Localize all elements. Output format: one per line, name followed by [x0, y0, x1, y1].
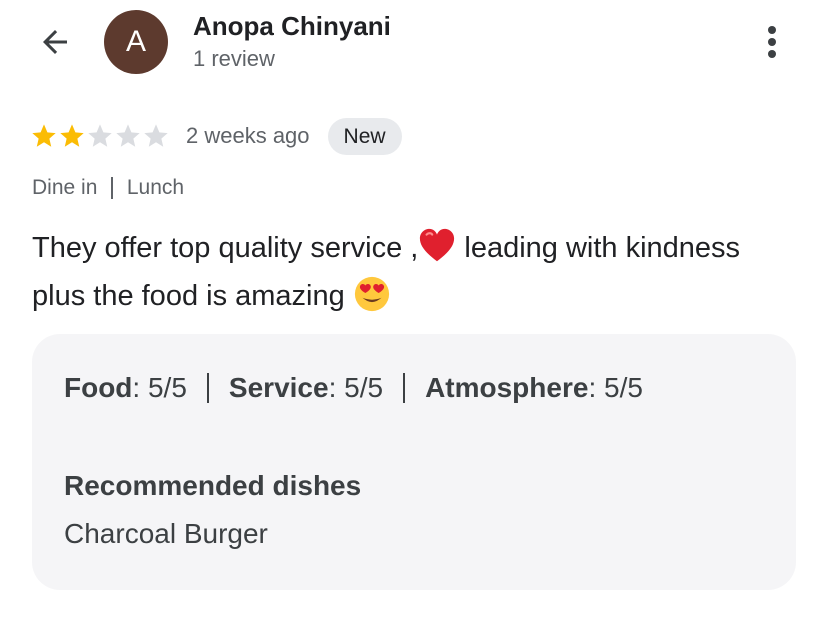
score-label-food: Food	[64, 372, 133, 403]
review-text: They offer top quality service , leading…	[32, 224, 772, 320]
more-options-button[interactable]	[752, 20, 792, 64]
visit-meta: Dine in Lunch	[32, 176, 184, 200]
back-button[interactable]	[32, 22, 78, 62]
rating-row: 2 weeks ago New	[30, 116, 402, 156]
author-review-count: 1 review	[193, 46, 275, 71]
score-value-atmosphere: 5/5	[604, 372, 643, 403]
score-divider	[403, 373, 406, 403]
star-empty-icon	[114, 122, 142, 150]
heart-eyes-emoji	[353, 275, 391, 313]
star-filled-icon	[30, 122, 58, 150]
score-value-service: 5/5	[344, 372, 384, 403]
score-value-food: 5/5	[147, 372, 187, 403]
score-label-service: Service	[228, 372, 329, 403]
review-time: 2 weeks ago	[186, 123, 310, 148]
score-divider	[206, 373, 209, 403]
recommended-dish[interactable]: Charcoal Burger	[64, 518, 268, 550]
score-colon: :	[132, 372, 148, 403]
red-heart-emoji	[418, 227, 456, 265]
star-empty-icon	[142, 122, 170, 150]
review-text-part1: They offer top quality service ,	[32, 232, 419, 264]
arrow-left-icon	[43, 30, 67, 54]
meta-divider	[111, 177, 113, 199]
score-label-atmosphere: Atmosphere	[425, 372, 589, 403]
more-vertical-icon	[768, 26, 776, 58]
meta-dine-type: Dine in	[32, 176, 98, 199]
avatar[interactable]: A	[104, 10, 168, 74]
score-colon: :	[328, 372, 345, 403]
score-colon: :	[588, 372, 604, 403]
author-name[interactable]: Anopa Chinyani	[193, 11, 391, 42]
recommended-dishes-title: Recommended dishes	[64, 470, 362, 501]
avatar-initial: A	[125, 25, 146, 58]
star-rating	[30, 122, 170, 150]
meta-meal-type: Lunch	[126, 176, 185, 199]
review-details-card: Food: 5/5 Service: 5/5 Atmosphere: 5/5 R…	[32, 334, 796, 590]
star-filled-icon	[58, 122, 86, 150]
review-page: A Anopa Chinyani 1 review 2 weeks ago Ne…	[0, 0, 828, 618]
new-badge: New	[327, 117, 402, 155]
star-empty-icon	[86, 122, 114, 150]
aspect-scores: Food: 5/5 Service: 5/5 Atmosphere: 5/5	[64, 372, 643, 404]
